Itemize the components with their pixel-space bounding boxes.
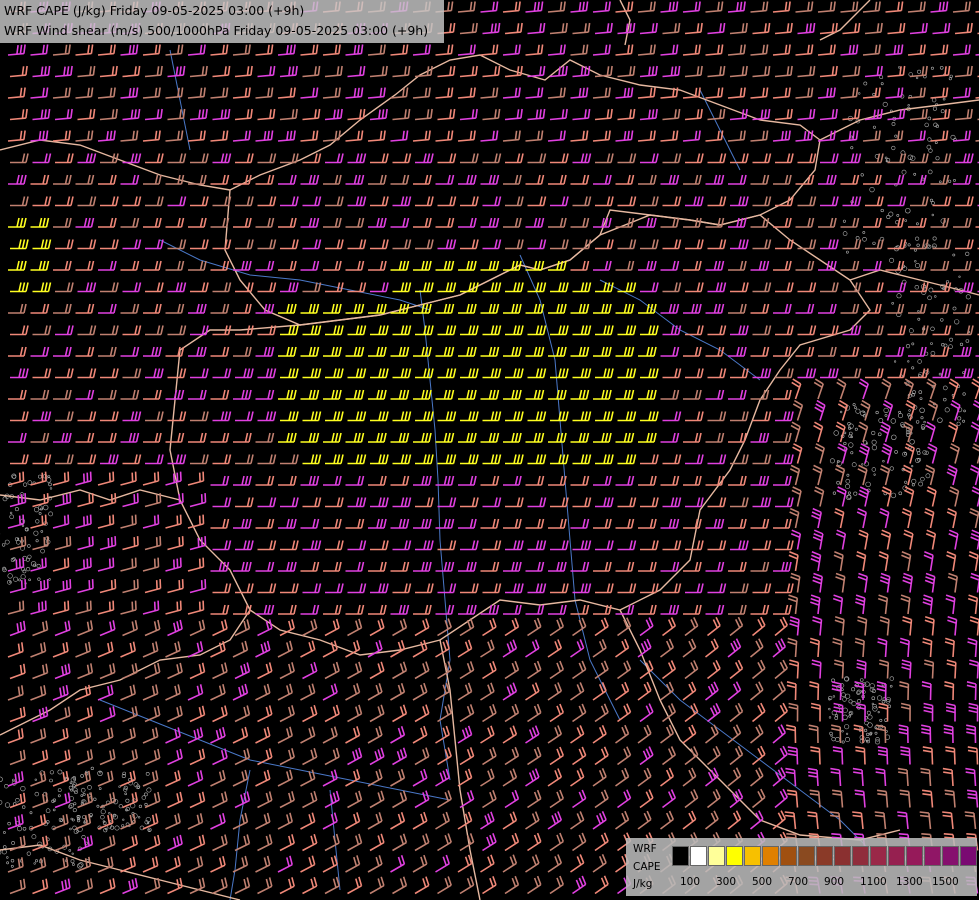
map-title-box: WRF CAPE (J/kg) Friday 09-05-2025 03:00 … [0,0,444,43]
legend-tick: 300 [716,876,737,888]
map-canvas [0,0,979,900]
legend-swatch [852,846,869,866]
legend-tick: 900 [824,876,845,888]
legend-swatch [726,846,743,866]
legend-swatch [762,846,779,866]
legend-tick: 700 [788,876,809,888]
legend-swatch [906,846,923,866]
legend-swatch [744,846,761,866]
legend-swatch [834,846,851,866]
legend-swatch [960,846,977,866]
cape-legend: WRF CAPE J/kg 100 300 500 700 900 1100 1300 150… [626,838,977,896]
map-background [0,0,979,900]
legend-swatch [870,846,887,866]
legend-swatch [798,846,815,866]
legend-swatch [924,846,941,866]
legend-swatch [690,846,707,866]
legend-swatch [672,846,689,866]
legend-label-wrf: WRF [633,843,657,855]
title-wind-shear: WRF Wind shear (m/s) 500/1000hPa Friday … [4,23,429,38]
legend-tick: 1300 [896,876,923,888]
legend-tick: 1500 [932,876,959,888]
legend-swatch [780,846,797,866]
legend-swatch [708,846,725,866]
legend-tick: 100 [680,876,701,888]
title-cape: WRF CAPE (J/kg) Friday 09-05-2025 03:00 … [4,3,305,18]
legend-label-unit: J/kg [633,878,653,890]
legend-swatch [888,846,905,866]
legend-tick: 500 [752,876,773,888]
legend-label-cape: CAPE [633,861,661,873]
legend-tick: 1100 [860,876,887,888]
legend-swatch [942,846,959,866]
legend-swatch [816,846,833,866]
